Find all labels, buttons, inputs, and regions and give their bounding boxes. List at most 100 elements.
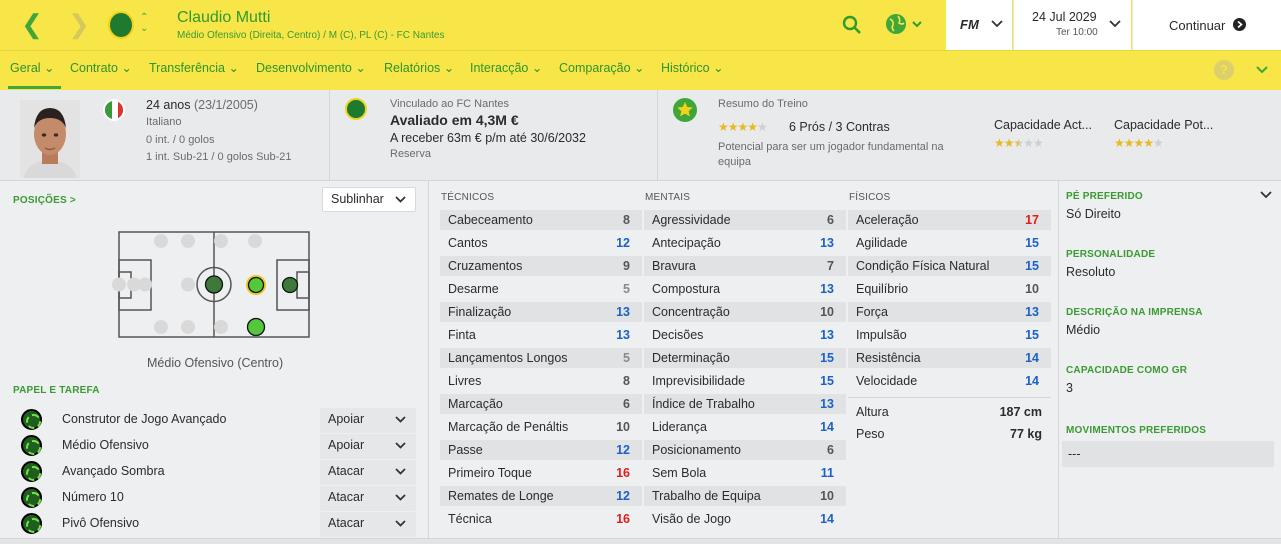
highlight-dropdown[interactable]: Sublinhar: [322, 187, 416, 212]
attribute-row[interactable]: Marcação 6: [440, 394, 642, 414]
continue-button[interactable]: Continuar: [1132, 0, 1281, 50]
tab-interaccao[interactable]: Interacção ⌄: [470, 60, 542, 75]
technical-title: TÉCNICOS: [441, 192, 495, 203]
attribute-row[interactable]: Força 13: [848, 302, 1051, 322]
attribute-row[interactable]: Índice de Trabalho 13: [644, 394, 846, 414]
attribute-row[interactable]: Cantos 12: [440, 233, 642, 253]
tab-historico[interactable]: Histórico ⌄: [661, 60, 724, 75]
personality: Resoluto: [1066, 265, 1116, 279]
search-icon[interactable]: [842, 15, 862, 35]
attribute-row[interactable]: Equilíbrio 10: [848, 279, 1051, 299]
attribute-name: Livres: [448, 374, 482, 388]
positions-pitch: [112, 231, 310, 338]
attribute-row[interactable]: Lançamentos Longos 5: [440, 348, 642, 368]
attribute-row[interactable]: Passe 12: [440, 440, 642, 460]
gk-ability: 3: [1066, 381, 1073, 395]
player-face-avatar: [20, 100, 80, 178]
attribute-name: Técnica: [448, 512, 492, 526]
positions-link[interactable]: POSIÇÕES >: [13, 195, 76, 206]
attribute-value: 5: [623, 282, 630, 296]
position-label: Médio Ofensivo (Centro): [147, 356, 284, 370]
attribute-value: 6: [827, 443, 834, 457]
role-name[interactable]: Construtor de Jogo Avançado: [62, 412, 226, 426]
attribute-row[interactable]: Posicionamento 6: [644, 440, 846, 460]
roles-title: PAPEL E TAREFA: [13, 385, 100, 396]
tab-desenvolvimento[interactable]: Desenvolvimento ⌄: [256, 60, 366, 75]
role-name[interactable]: Número 10: [62, 490, 124, 504]
role-name[interactable]: Avançado Sombra: [62, 464, 165, 478]
attribute-row[interactable]: Agressividade 6: [644, 210, 846, 230]
tab-relatorios[interactable]: Relatórios ⌄: [384, 60, 454, 75]
role-name[interactable]: Médio Ofensivo: [62, 438, 149, 452]
attribute-row[interactable]: Velocidade 14: [848, 371, 1051, 391]
globe-icon[interactable]: [885, 13, 925, 37]
attribute-name: Bravura: [652, 259, 696, 273]
attribute-value: 7: [827, 259, 834, 273]
player-updown-icon[interactable]: ⌃ ⌄: [140, 12, 148, 34]
attribute-row[interactable]: Imprevisibilidade 15: [644, 371, 846, 391]
duty-dropdown[interactable]: Atacar: [320, 460, 416, 485]
tab-geral[interactable]: Geral ⌄: [10, 60, 55, 75]
attribute-row[interactable]: Determinação 15: [644, 348, 846, 368]
attribute-row[interactable]: Compostura 13: [644, 279, 846, 299]
attribute-row[interactable]: Sem Bola 11: [644, 463, 846, 483]
attribute-name: Impulsão: [856, 328, 907, 342]
attribute-row[interactable]: Cabeceamento 8: [440, 210, 642, 230]
attribute-name: Agilidade: [856, 236, 908, 250]
attribute-row[interactable]: Antecipação 13: [644, 233, 846, 253]
international-caps: 0 int. / 0 golos: [146, 134, 215, 146]
back-icon[interactable]: ❮: [17, 10, 47, 40]
attribute-row[interactable]: Visão de Jogo 14: [644, 509, 846, 529]
attribute-row[interactable]: Aceleração 17: [848, 210, 1051, 230]
tab-comparacao[interactable]: Comparação ⌄: [559, 60, 645, 75]
attribute-row[interactable]: Remates de Longe 12: [440, 486, 642, 506]
divider: [329, 90, 330, 180]
duty-dropdown[interactable]: Atacar: [320, 486, 416, 511]
attribute-row[interactable]: Técnica 16: [440, 509, 642, 529]
attribute-row[interactable]: Liderança 14: [644, 417, 846, 437]
preferred-foot-title: PÉ PREFERIDO: [1066, 191, 1143, 202]
player-profile-screen: ❮ ❯ ⌃ ⌄ Claudio Mutti Médio Ofensivo (Dir…: [0, 0, 1281, 544]
role-name[interactable]: Pivô Ofensivo: [62, 516, 139, 530]
training-rating-stars: ★★★★★: [718, 120, 768, 134]
help-icon[interactable]: ?: [1214, 60, 1234, 80]
date-button[interactable]: 24 Jul 2029 Ter 10:00: [1013, 0, 1131, 50]
attribute-row[interactable]: Bravura 7: [644, 256, 846, 276]
attribute-name: Compostura: [652, 282, 721, 296]
current-ability-label: Capacidade Act...: [994, 118, 1092, 132]
mental-title: MENTAIS: [645, 192, 691, 203]
duty-dropdown[interactable]: Atacar: [320, 512, 416, 537]
media-description: Médio: [1066, 323, 1101, 337]
height-value: 187 cm: [999, 405, 1042, 419]
attribute-row[interactable]: Decisões 13: [644, 325, 846, 345]
attribute-name: Primeiro Toque: [448, 466, 532, 480]
duty-dropdown[interactable]: Apoiar: [320, 434, 416, 459]
attribute-row[interactable]: Trabalho de Equipa 10: [644, 486, 846, 506]
attribute-row[interactable]: Agilidade 15: [848, 233, 1051, 253]
star-badge-icon: [673, 98, 697, 122]
attribute-row[interactable]: Livres 8: [440, 371, 642, 391]
tab-contrato[interactable]: Contrato ⌄: [70, 60, 132, 75]
attribute-row[interactable]: Cruzamentos 9: [440, 256, 642, 276]
attribute-value: 5: [623, 351, 630, 365]
attribute-row[interactable]: Impulsão 15: [848, 325, 1051, 345]
divider: [657, 90, 658, 180]
duty-dropdown[interactable]: Apoiar: [320, 408, 416, 433]
fm-menu-button[interactable]: FM: [946, 0, 1012, 50]
attribute-row[interactable]: Finalização 13: [440, 302, 642, 322]
attribute-row[interactable]: Primeiro Toque 16: [440, 463, 642, 483]
attribute-row[interactable]: Marcação de Penáltis 10: [440, 417, 642, 437]
attribute-row[interactable]: Condição Física Natural 15: [848, 256, 1051, 276]
attribute-value: 13: [820, 236, 834, 250]
attribute-name: Finta: [448, 328, 476, 342]
tab-transferencia[interactable]: Transferência ⌄: [149, 60, 239, 75]
role-icon: [21, 487, 42, 508]
attribute-row[interactable]: Finta 13: [440, 325, 642, 345]
attribute-row[interactable]: Concentração 10: [644, 302, 846, 322]
forward-icon[interactable]: ❯: [64, 10, 94, 40]
divider: [1058, 181, 1059, 544]
chevron-down-icon[interactable]: [1256, 66, 1268, 74]
chevron-down-icon[interactable]: [1260, 191, 1272, 199]
attribute-row[interactable]: Desarme 5: [440, 279, 642, 299]
attribute-row[interactable]: Resistência 14: [848, 348, 1051, 368]
